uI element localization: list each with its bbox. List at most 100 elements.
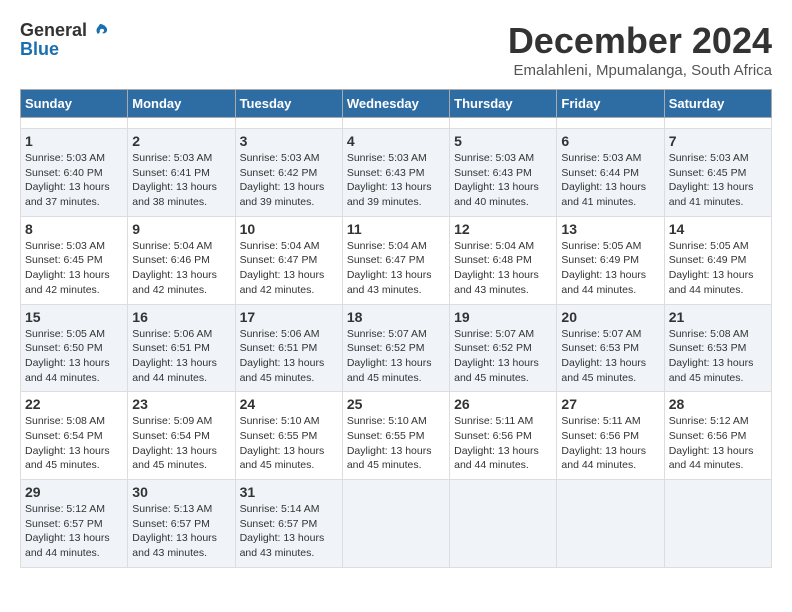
calendar-week-row	[21, 118, 772, 129]
day-info: Sunrise: 5:05 AM Sunset: 6:49 PM Dayligh…	[561, 239, 659, 298]
day-info: Sunrise: 5:03 AM Sunset: 6:40 PM Dayligh…	[25, 151, 123, 210]
day-number: 18	[347, 309, 445, 325]
calendar-cell: 13 Sunrise: 5:05 AM Sunset: 6:49 PM Dayli…	[557, 216, 664, 304]
day-info: Sunrise: 5:10 AM Sunset: 6:55 PM Dayligh…	[347, 414, 445, 473]
day-number: 24	[240, 396, 338, 412]
day-number: 27	[561, 396, 659, 412]
day-info: Sunrise: 5:11 AM Sunset: 6:56 PM Dayligh…	[454, 414, 552, 473]
day-number: 11	[347, 221, 445, 237]
day-number: 15	[25, 309, 123, 325]
day-info: Sunrise: 5:08 AM Sunset: 6:54 PM Dayligh…	[25, 414, 123, 473]
day-number: 2	[132, 133, 230, 149]
calendar-week-row: 15 Sunrise: 5:05 AM Sunset: 6:50 PM Dayli…	[21, 304, 772, 392]
day-info: Sunrise: 5:07 AM Sunset: 6:52 PM Dayligh…	[454, 327, 552, 386]
header-thursday: Thursday	[450, 90, 557, 118]
header-wednesday: Wednesday	[342, 90, 449, 118]
calendar-week-row: 1 Sunrise: 5:03 AM Sunset: 6:40 PM Daylig…	[21, 129, 772, 217]
calendar-table: SundayMondayTuesdayWednesdayThursdayFrid…	[20, 89, 772, 568]
day-info: Sunrise: 5:03 AM Sunset: 6:41 PM Dayligh…	[132, 151, 230, 210]
calendar-cell: 23 Sunrise: 5:09 AM Sunset: 6:54 PM Dayli…	[128, 392, 235, 480]
day-info: Sunrise: 5:06 AM Sunset: 6:51 PM Dayligh…	[132, 327, 230, 386]
calendar-cell: 31Sunrise: 5:14 AM Sunset: 6:57 PM Dayli…	[235, 480, 342, 568]
calendar-cell	[128, 118, 235, 129]
day-info: Sunrise: 5:03 AM Sunset: 6:42 PM Dayligh…	[240, 151, 338, 210]
day-number: 23	[132, 396, 230, 412]
calendar-cell: 11Sunrise: 5:04 AM Sunset: 6:47 PM Dayli…	[342, 216, 449, 304]
calendar-cell: 29 Sunrise: 5:12 AM Sunset: 6:57 PM Dayli…	[21, 480, 128, 568]
calendar-cell	[664, 480, 771, 568]
day-number: 20	[561, 309, 659, 325]
header-monday: Monday	[128, 90, 235, 118]
day-info: Sunrise: 5:09 AM Sunset: 6:54 PM Dayligh…	[132, 414, 230, 473]
day-info: Sunrise: 5:04 AM Sunset: 6:47 PM Dayligh…	[240, 239, 338, 298]
calendar-cell	[235, 118, 342, 129]
calendar-cell: 17Sunrise: 5:06 AM Sunset: 6:51 PM Dayli…	[235, 304, 342, 392]
calendar-week-row: 29 Sunrise: 5:12 AM Sunset: 6:57 PM Dayli…	[21, 480, 772, 568]
day-number: 12	[454, 221, 552, 237]
day-number: 13	[561, 221, 659, 237]
calendar-cell: 9 Sunrise: 5:04 AM Sunset: 6:46 PM Daylig…	[128, 216, 235, 304]
logo-bird-icon	[89, 20, 111, 42]
day-info: Sunrise: 5:03 AM Sunset: 6:43 PM Dayligh…	[347, 151, 445, 210]
day-number: 29	[25, 484, 123, 500]
calendar-cell: 4Sunrise: 5:03 AM Sunset: 6:43 PM Daylig…	[342, 129, 449, 217]
calendar-cell	[342, 480, 449, 568]
day-info: Sunrise: 5:12 AM Sunset: 6:56 PM Dayligh…	[669, 414, 767, 473]
day-info: Sunrise: 5:07 AM Sunset: 6:53 PM Dayligh…	[561, 327, 659, 386]
day-info: Sunrise: 5:05 AM Sunset: 6:49 PM Dayligh…	[669, 239, 767, 298]
calendar-cell: 8 Sunrise: 5:03 AM Sunset: 6:45 PM Daylig…	[21, 216, 128, 304]
calendar-cell: 12 Sunrise: 5:04 AM Sunset: 6:48 PM Dayli…	[450, 216, 557, 304]
calendar-cell: 20 Sunrise: 5:07 AM Sunset: 6:53 PM Dayli…	[557, 304, 664, 392]
calendar-cell	[21, 118, 128, 129]
day-number: 1	[25, 133, 123, 149]
calendar-cell: 30Sunrise: 5:13 AM Sunset: 6:57 PM Dayli…	[128, 480, 235, 568]
day-info: Sunrise: 5:04 AM Sunset: 6:48 PM Dayligh…	[454, 239, 552, 298]
calendar-cell: 25 Sunrise: 5:10 AM Sunset: 6:55 PM Dayli…	[342, 392, 449, 480]
header-friday: Friday	[557, 90, 664, 118]
day-info: Sunrise: 5:10 AM Sunset: 6:55 PM Dayligh…	[240, 414, 338, 473]
day-number: 31	[240, 484, 338, 500]
logo-general: General	[20, 21, 87, 41]
calendar-cell: 15 Sunrise: 5:05 AM Sunset: 6:50 PM Dayli…	[21, 304, 128, 392]
day-number: 21	[669, 309, 767, 325]
calendar-cell: 3Sunrise: 5:03 AM Sunset: 6:42 PM Daylig…	[235, 129, 342, 217]
calendar-cell: 1 Sunrise: 5:03 AM Sunset: 6:40 PM Daylig…	[21, 129, 128, 217]
day-info: Sunrise: 5:08 AM Sunset: 6:53 PM Dayligh…	[669, 327, 767, 386]
calendar-cell	[557, 480, 664, 568]
calendar-cell	[557, 118, 664, 129]
day-info: Sunrise: 5:03 AM Sunset: 6:45 PM Dayligh…	[25, 239, 123, 298]
calendar-cell: 21 Sunrise: 5:08 AM Sunset: 6:53 PM Dayli…	[664, 304, 771, 392]
day-info: Sunrise: 5:05 AM Sunset: 6:50 PM Dayligh…	[25, 327, 123, 386]
calendar-header-row: SundayMondayTuesdayWednesdayThursdayFrid…	[21, 90, 772, 118]
calendar-cell	[342, 118, 449, 129]
calendar-cell: 5Sunrise: 5:03 AM Sunset: 6:43 PM Daylig…	[450, 129, 557, 217]
day-info: Sunrise: 5:03 AM Sunset: 6:43 PM Dayligh…	[454, 151, 552, 210]
logo-blue: Blue	[20, 40, 111, 60]
calendar-cell: 19 Sunrise: 5:07 AM Sunset: 6:52 PM Dayli…	[450, 304, 557, 392]
day-number: 9	[132, 221, 230, 237]
calendar-cell	[450, 480, 557, 568]
calendar-cell: 26 Sunrise: 5:11 AM Sunset: 6:56 PM Dayli…	[450, 392, 557, 480]
page-subtitle: Emalahleni, Mpumalanga, South Africa	[508, 62, 772, 79]
day-number: 16	[132, 309, 230, 325]
calendar-week-row: 8 Sunrise: 5:03 AM Sunset: 6:45 PM Daylig…	[21, 216, 772, 304]
title-block: December 2024 Emalahleni, Mpumalanga, So…	[508, 20, 772, 79]
calendar-cell: 7Sunrise: 5:03 AM Sunset: 6:45 PM Daylig…	[664, 129, 771, 217]
day-info: Sunrise: 5:07 AM Sunset: 6:52 PM Dayligh…	[347, 327, 445, 386]
day-number: 10	[240, 221, 338, 237]
calendar-cell: 10 Sunrise: 5:04 AM Sunset: 6:47 PM Dayli…	[235, 216, 342, 304]
day-number: 28	[669, 396, 767, 412]
calendar-cell: 24 Sunrise: 5:10 AM Sunset: 6:55 PM Dayli…	[235, 392, 342, 480]
day-info: Sunrise: 5:13 AM Sunset: 6:57 PM Dayligh…	[132, 502, 230, 561]
day-info: Sunrise: 5:11 AM Sunset: 6:56 PM Dayligh…	[561, 414, 659, 473]
day-number: 19	[454, 309, 552, 325]
day-number: 25	[347, 396, 445, 412]
day-number: 8	[25, 221, 123, 237]
day-info: Sunrise: 5:04 AM Sunset: 6:46 PM Dayligh…	[132, 239, 230, 298]
day-number: 7	[669, 133, 767, 149]
calendar-cell	[450, 118, 557, 129]
day-info: Sunrise: 5:12 AM Sunset: 6:57 PM Dayligh…	[25, 502, 123, 561]
calendar-cell: 2 Sunrise: 5:03 AM Sunset: 6:41 PM Daylig…	[128, 129, 235, 217]
calendar-cell: 18 Sunrise: 5:07 AM Sunset: 6:52 PM Dayli…	[342, 304, 449, 392]
day-number: 26	[454, 396, 552, 412]
